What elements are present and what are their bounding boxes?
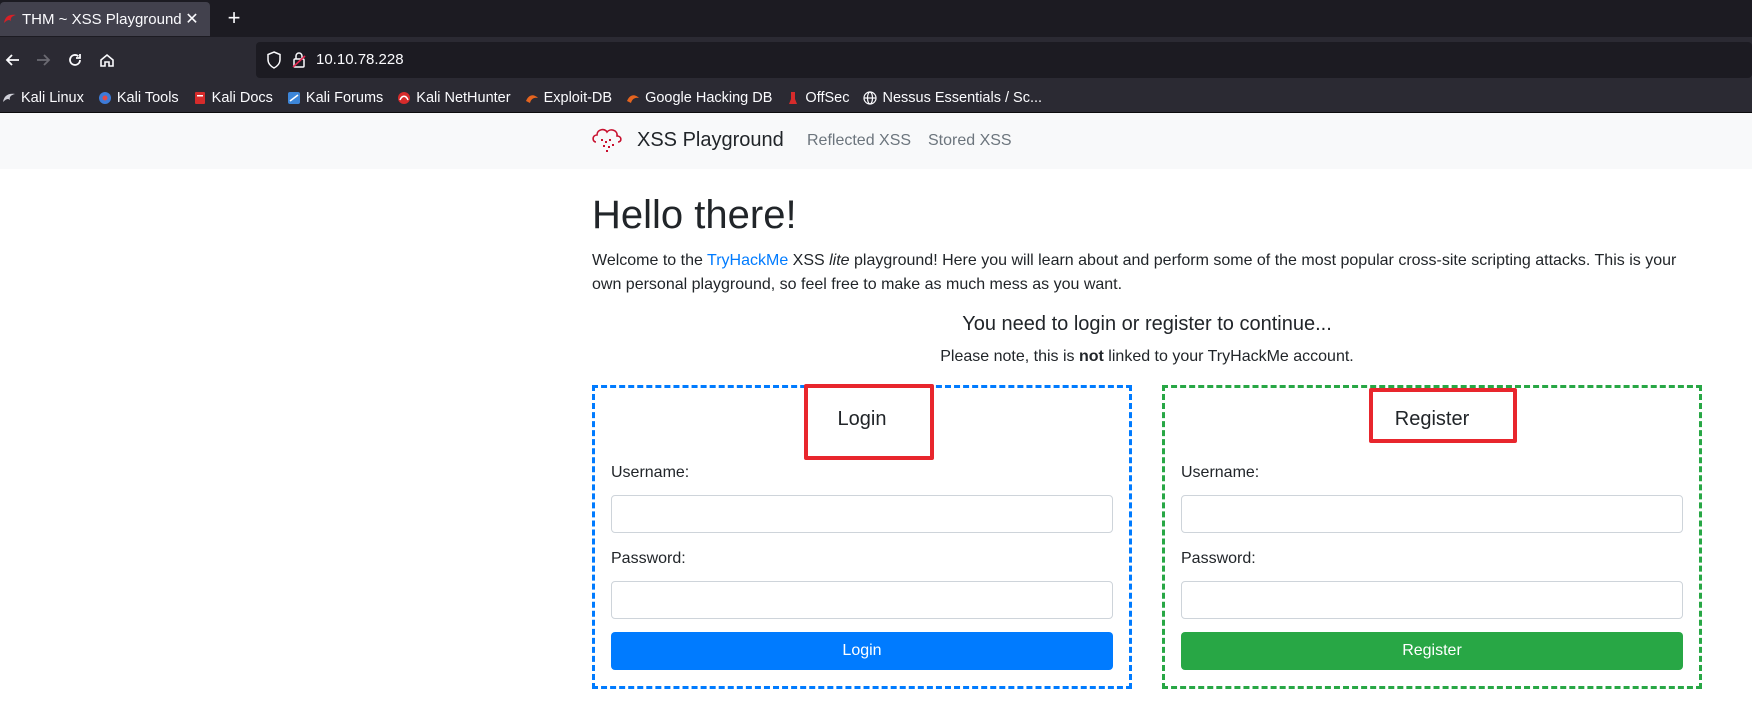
bookmarks-toolbar: Kali Linux Kali Tools Kali Docs Kali For… — [0, 83, 1752, 113]
home-button[interactable] — [94, 47, 120, 73]
bookmark-label: Kali Forums — [305, 89, 384, 106]
login-button[interactable]: Login — [611, 632, 1113, 670]
bookmark-offsec[interactable]: OffSec — [786, 90, 849, 106]
register-username-label: Username: — [1181, 464, 1260, 481]
intro-text: XSS — [788, 252, 830, 269]
bookmark-label: Exploit-DB — [543, 89, 613, 106]
close-tab-icon[interactable]: ✕ — [182, 9, 202, 29]
register-title-highlight — [1369, 388, 1517, 443]
ghdb-icon — [627, 94, 640, 103]
intro-paragraph: Welcome to the TryHackMe XSS lite playgr… — [592, 249, 1692, 297]
bookmark-kali-forums[interactable]: Kali Forums — [287, 90, 383, 106]
bookmark-kali-docs[interactable]: Kali Docs — [193, 90, 273, 106]
tab-active[interactable]: THM ~ XSS Playground ✕ — [0, 2, 210, 36]
tryhackme-logo-icon[interactable] — [591, 125, 623, 155]
bookmark-label: OffSec — [805, 89, 850, 106]
tab-strip: THM ~ XSS Playground ✕ + — [0, 0, 1752, 37]
note-text: Please note, this is — [940, 348, 1079, 365]
reload-icon — [69, 54, 81, 66]
bookmark-google-hacking-db[interactable]: Google Hacking DB — [626, 90, 772, 106]
register-username-input[interactable] — [1181, 495, 1683, 533]
bookmark-kali-linux[interactable]: Kali Linux — [2, 90, 84, 106]
nethunter-icon — [398, 91, 411, 104]
login-password-label: Password: — [611, 550, 686, 567]
bookmark-kali-nethunter[interactable]: Kali NetHunter — [397, 89, 511, 106]
register-button[interactable]: Register — [1181, 632, 1683, 670]
tab-title: THM ~ XSS Playground — [22, 10, 182, 28]
exploitdb-icon — [525, 94, 538, 103]
note-emphasis: not — [1078, 348, 1104, 365]
nav-stored-xss[interactable]: Stored XSS — [928, 132, 1012, 150]
bookmark-label: Kali Tools — [116, 89, 179, 106]
kali-tools-icon — [98, 91, 111, 104]
account-note: Please note, this is not linked to your … — [592, 348, 1702, 366]
forward-button[interactable] — [30, 47, 56, 73]
navigation-toolbar: 10.10.78.228 — [0, 37, 1752, 83]
shield-icon[interactable] — [266, 51, 282, 69]
register-password-label: Password: — [1181, 550, 1256, 567]
bookmark-label: Google Hacking DB — [645, 89, 773, 106]
bookmark-label: Nessus Essentials / Sc... — [882, 89, 1043, 106]
kali-dragon-icon — [4, 14, 16, 23]
bookmark-kali-tools[interactable]: Kali Tools — [98, 90, 179, 106]
forward-arrow-icon — [37, 54, 51, 66]
bookmark-exploit-db[interactable]: Exploit-DB — [525, 89, 613, 106]
intro-text: Welcome to the — [592, 252, 708, 269]
bookmark-label: Kali Docs — [211, 89, 273, 106]
brand-name[interactable]: XSS Playground — [637, 129, 784, 152]
bookmark-label: Kali Linux — [21, 89, 84, 106]
kali-forums-icon — [287, 91, 300, 104]
offsec-icon — [789, 91, 798, 104]
bookmark-label: Kali NetHunter — [416, 89, 511, 106]
back-button[interactable] — [0, 47, 26, 73]
login-title-highlight — [804, 384, 934, 460]
login-password-input[interactable] — [611, 581, 1113, 619]
kali-docs-icon — [194, 91, 205, 104]
insecure-lock-icon[interactable] — [292, 51, 306, 69]
login-username-input[interactable] — [611, 495, 1113, 533]
reload-button[interactable] — [62, 47, 88, 73]
address-bar[interactable]: 10.10.78.228 — [256, 42, 1752, 78]
url-text: 10.10.78.228 — [316, 51, 404, 68]
login-username-label: Username: — [611, 464, 690, 481]
page-title: Hello there! — [592, 193, 797, 237]
login-prompt: You need to login or register to continu… — [962, 313, 1332, 335]
new-tab-button[interactable]: + — [222, 6, 246, 30]
register-password-input[interactable] — [1181, 581, 1683, 619]
back-arrow-icon — [5, 54, 19, 66]
site-navbar: XSS Playground Reflected XSS Stored XSS — [0, 113, 1752, 169]
bookmark-nessus[interactable]: Nessus Essentials / Sc... — [863, 90, 1042, 106]
home-icon — [100, 53, 114, 67]
intro-emphasis: lite — [829, 252, 850, 269]
globe-icon — [863, 90, 878, 105]
kali-dragon-icon — [3, 93, 15, 102]
note-text: linked to your TryHackMe account. — [1103, 348, 1354, 365]
tryhackme-link[interactable]: TryHackMe — [707, 252, 788, 269]
nav-reflected-xss[interactable]: Reflected XSS — [807, 132, 911, 150]
